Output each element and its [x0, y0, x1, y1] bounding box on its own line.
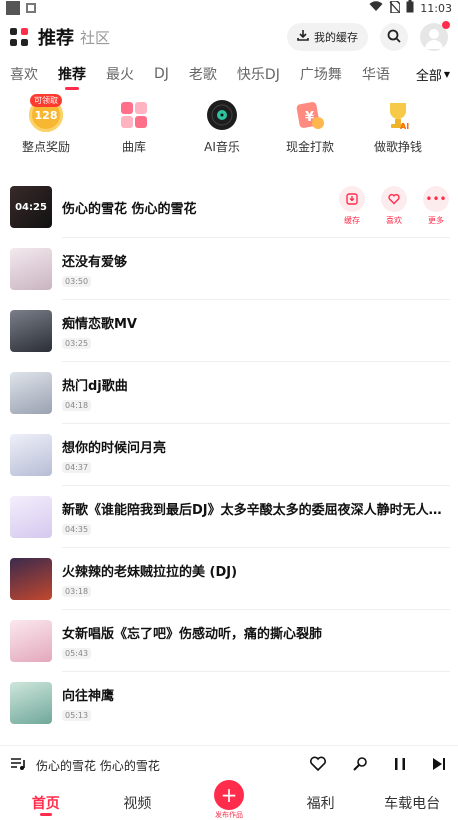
music-library-icon	[117, 98, 151, 132]
list-item[interactable]: 女新唱版《忘了吧》伤感动听，痛的撕心裂肺 05:43	[0, 610, 458, 672]
tab-old-songs[interactable]: 老歌	[189, 64, 217, 84]
nav-publish[interactable]: + 发布作品	[183, 780, 275, 820]
list-item[interactable]: 火辣辣的老妹贼拉拉的美 (DJ) 03:18	[0, 548, 458, 610]
plus-icon: +	[213, 780, 244, 810]
wifi-icon	[369, 1, 383, 15]
list-item[interactable]: 向往神鹰 05:13	[0, 672, 458, 734]
song-actions: 缓存 喜欢 ••• 更多	[338, 186, 450, 226]
tab-hottest[interactable]: 最火	[106, 64, 134, 84]
status-time: 11:03	[420, 1, 452, 15]
song-title: 还没有爱够	[62, 255, 128, 270]
notification-dot	[442, 21, 450, 29]
list-item[interactable]: 新歌《谁能陪我到最后DJ》太多辛酸太多的委屈夜深人静时无人倾诉 04:35	[0, 486, 458, 548]
nav-video[interactable]: 视频	[92, 786, 184, 820]
tab-recommend-header[interactable]: 推荐	[38, 24, 74, 50]
tab-chinese[interactable]: 华语	[362, 64, 390, 84]
song-duration: 04:35	[62, 524, 92, 535]
trophy-icon: AI	[381, 98, 415, 132]
quick-ai-music[interactable]: AI音乐	[178, 98, 266, 162]
song-cover	[10, 248, 52, 290]
cache-button[interactable]: 缓存	[338, 186, 366, 226]
song-cover	[10, 434, 52, 476]
list-item[interactable]: 想你的时候问月亮 04:37	[0, 424, 458, 486]
song-title: 热门dj歌曲	[62, 379, 128, 394]
category-tabs: 喜欢 推荐 最火 DJ 老歌 快乐DJ 广场舞 华语 全部 ▼	[0, 58, 458, 90]
like-button[interactable]: 喜欢	[380, 186, 408, 226]
quick-make-songs-earn[interactable]: AI 做歌挣钱	[354, 98, 442, 162]
pause-icon[interactable]	[394, 757, 406, 775]
song-title: 想你的时候问月亮	[62, 441, 167, 456]
app-notification-icon	[6, 1, 20, 15]
vinyl-record-icon	[205, 98, 239, 132]
download-icon	[339, 186, 365, 212]
user-avatar[interactable]	[420, 21, 450, 51]
tab-recommend[interactable]: 推荐	[58, 64, 86, 84]
next-track-icon[interactable]	[432, 757, 446, 775]
list-item[interactable]: 痴情恋歌MV 03:25	[0, 300, 458, 362]
like-heart-icon[interactable]	[310, 756, 326, 775]
heart-icon	[381, 186, 407, 212]
grid-notification-icon	[26, 3, 36, 13]
quick-cash-payout[interactable]: ¥ 现金打款	[266, 98, 354, 162]
now-playing-title: 伤心的雪花 伤心的雪花	[36, 759, 160, 773]
song-title: 女新唱版《忘了吧》伤感动听，痛的撕心裂肺	[62, 627, 323, 642]
song-cover	[10, 310, 52, 352]
claimable-badge: 可领取	[30, 94, 62, 107]
nav-welfare[interactable]: 福利	[275, 786, 367, 820]
search-button[interactable]	[380, 23, 408, 51]
song-duration: 05:13	[62, 710, 92, 721]
song-cover: 04:25	[10, 186, 52, 228]
song-title: 痴情恋歌MV	[62, 317, 137, 332]
song-title: 火辣辣的老妹贼拉拉的美 (DJ)	[62, 565, 238, 580]
song-duration: 05:43	[62, 648, 92, 659]
song-duration: 03:18	[62, 586, 92, 597]
tab-square-dance[interactable]: 广场舞	[300, 64, 342, 84]
tab-like[interactable]: 喜欢	[10, 64, 38, 84]
bottom-nav: 首页 视频 + 发布作品 福利 车载电台	[0, 780, 458, 820]
app-logo-icon[interactable]	[10, 28, 28, 46]
battery-icon	[406, 0, 414, 16]
song-cover	[10, 372, 52, 414]
song-title: 伤心的雪花 伤心的雪花	[62, 201, 197, 217]
cash-icon: ¥	[293, 98, 327, 132]
song-cover	[10, 682, 52, 724]
all-categories-button[interactable]: 全部 ▼	[408, 58, 458, 90]
search-icon	[387, 28, 401, 47]
song-duration: 03:25	[62, 338, 92, 349]
song-title: 新歌《谁能陪我到最后DJ》太多辛酸太多的委屈夜深人静时无人倾诉	[62, 503, 452, 518]
song-list: 04:25 伤心的雪花 伤心的雪花 缓存 喜欢 ••• 更多 还没有爱够 03:…	[0, 176, 458, 734]
download-icon	[297, 29, 309, 45]
list-item[interactable]: 还没有爱够 03:50	[0, 238, 458, 300]
song-title: 向往神鹰	[62, 689, 115, 704]
song-duration: 04:18	[62, 400, 92, 411]
quick-entries: 128 可领取 整点奖励 曲库 AI音乐 ¥ 现金打款 AI 做歌挣钱	[0, 90, 458, 162]
song-duration: 04:37	[62, 462, 92, 473]
nav-home[interactable]: 首页	[0, 786, 92, 820]
more-button[interactable]: ••• 更多	[422, 186, 450, 226]
my-cache-label: 我的缓存	[314, 31, 358, 44]
song-duration: 03:50	[62, 276, 92, 287]
song-cover	[10, 496, 52, 538]
playlist-icon[interactable]	[10, 757, 26, 775]
svg-text:AI: AI	[400, 122, 409, 131]
more-dots-icon: •••	[423, 186, 449, 212]
karaoke-mic-icon[interactable]	[352, 756, 368, 776]
status-bar: 11:03	[0, 0, 458, 16]
quick-hourly-reward[interactable]: 128 可领取 整点奖励	[2, 94, 90, 162]
song-cover	[10, 558, 52, 600]
tab-community-header[interactable]: 社区	[80, 27, 110, 48]
nav-car-radio[interactable]: 车载电台	[366, 786, 458, 820]
mini-player[interactable]: 伤心的雪花 伤心的雪花	[0, 745, 458, 785]
tab-dj[interactable]: DJ	[154, 66, 169, 82]
quick-music-library[interactable]: 曲库	[90, 98, 178, 162]
no-sim-icon	[389, 0, 402, 16]
tab-happy-dj[interactable]: 快乐DJ	[237, 64, 280, 84]
my-cache-button[interactable]: 我的缓存	[287, 23, 368, 51]
top-header: 推荐 社区 我的缓存	[0, 16, 458, 58]
list-item[interactable]: 04:25 伤心的雪花 伤心的雪花 缓存 喜欢 ••• 更多	[0, 176, 458, 238]
caret-down-icon: ▼	[443, 69, 450, 79]
list-item[interactable]: 热门dj歌曲 04:18	[0, 362, 458, 424]
song-cover	[10, 620, 52, 662]
